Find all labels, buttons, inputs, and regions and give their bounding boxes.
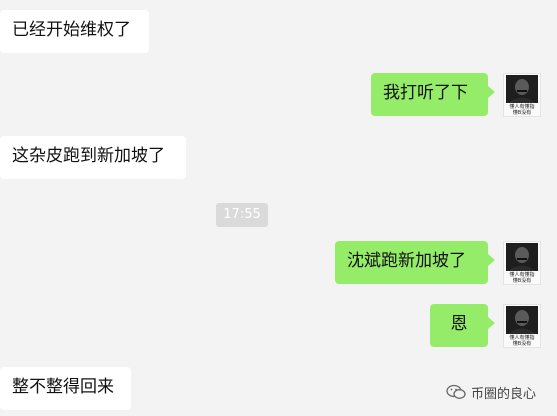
- watermark: 币圈的良心: [446, 381, 536, 403]
- svg-text:懂人有懂指: 懂人有懂指: [509, 271, 534, 278]
- avatar[interactable]: 懂人有懂指 懂B没有: [503, 241, 541, 285]
- message-text: 已经开始维权了: [12, 20, 131, 40]
- svg-text:懂人有懂指: 懂人有懂指: [509, 103, 534, 110]
- watermark-text: 币圈的良心: [471, 386, 537, 402]
- svg-text:懂人有懂指: 懂人有懂指: [509, 334, 534, 341]
- message-bubble-incoming: 这杂皮跑到新加坡了: [0, 136, 186, 179]
- avatar-portrait-icon: 懂人有懂指 懂B没有: [504, 305, 540, 347]
- svg-text:懂B没有: 懂B没有: [513, 277, 531, 284]
- message-bubble-outgoing: 我打听了下: [371, 73, 495, 116]
- avatar[interactable]: 懂人有懂指 懂B没有: [503, 304, 541, 348]
- message-bubble-outgoing: 沈斌跑新加坡了: [335, 241, 495, 284]
- avatar[interactable]: 懂人有懂指 懂B没有: [503, 73, 541, 117]
- message-bubble-incoming: 已经开始维权了: [0, 10, 149, 53]
- message-text: 这杂皮跑到新加坡了: [12, 146, 165, 166]
- avatar-portrait-icon: 懂人有懂指 懂B没有: [504, 242, 540, 284]
- message-text: 沈斌跑新加坡了: [347, 251, 466, 271]
- svg-text:懂B没有: 懂B没有: [513, 340, 531, 347]
- message-text: 我打听了下: [383, 83, 468, 103]
- message-bubble-incoming: 整不整得回来: [0, 367, 131, 410]
- chat-timestamp: 17:55: [216, 203, 268, 227]
- svg-text:懂B没有: 懂B没有: [513, 109, 531, 116]
- message-bubble-outgoing: 恩: [430, 304, 495, 347]
- message-text: 恩: [450, 314, 468, 334]
- message-text: 整不整得回来: [12, 377, 114, 397]
- wechat-icon: [446, 384, 466, 399]
- avatar-portrait-icon: 懂人有懂指 懂B没有: [504, 74, 540, 116]
